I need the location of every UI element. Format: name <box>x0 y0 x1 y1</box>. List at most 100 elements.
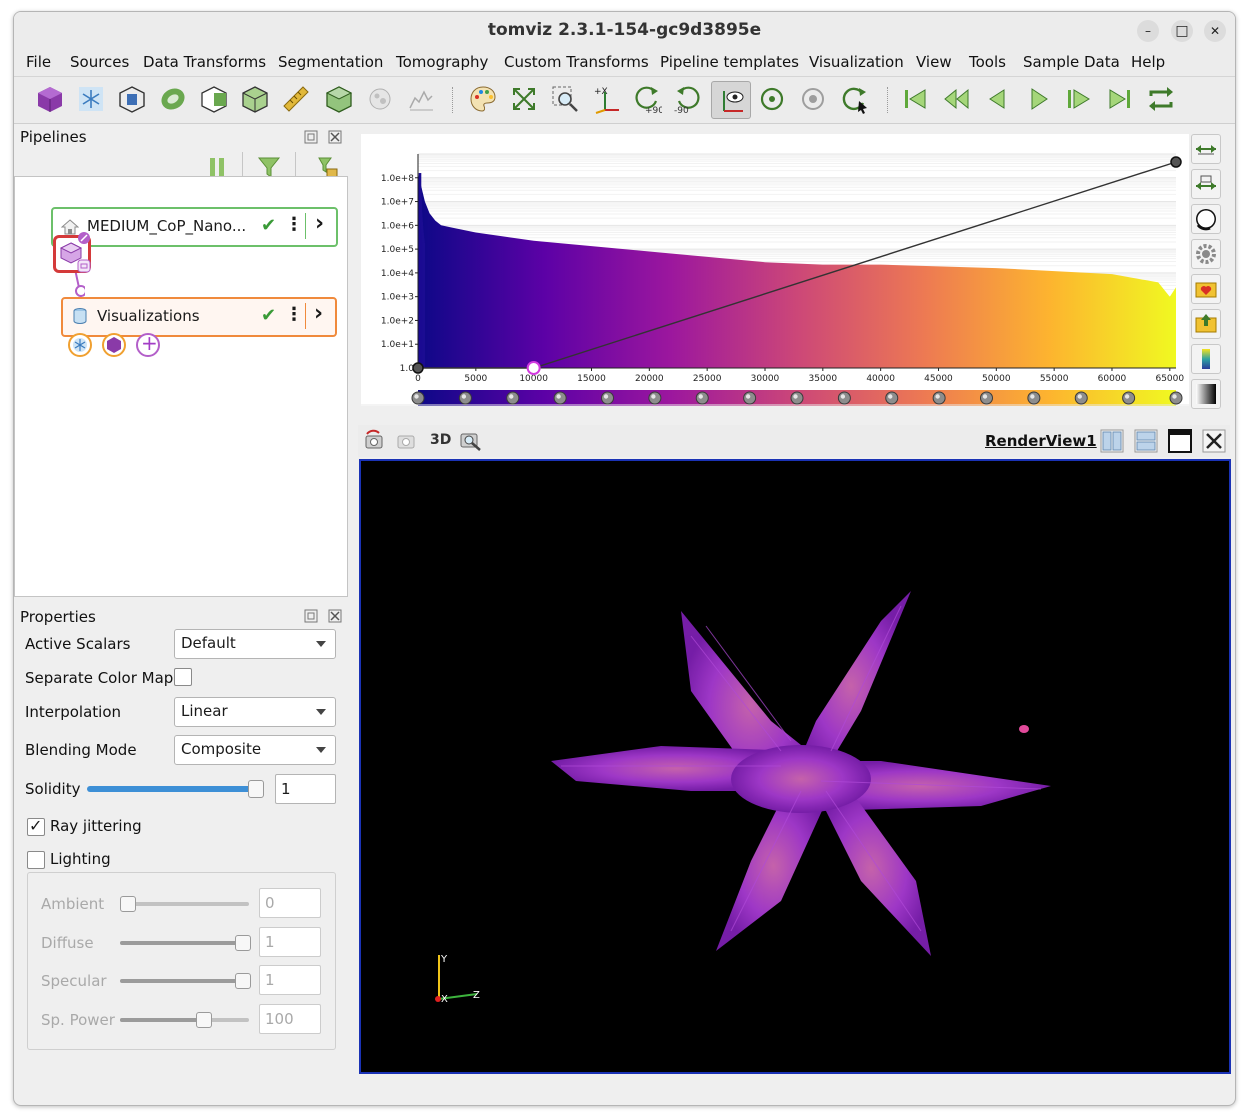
box-outline-icon[interactable] <box>117 84 147 114</box>
center-icon[interactable] <box>798 84 828 114</box>
expand-chevron-icon[interactable]: › <box>314 301 323 326</box>
grayscale-button[interactable] <box>1191 379 1221 409</box>
ambient-slider[interactable] <box>120 902 249 906</box>
float-panel-icon[interactable] <box>304 609 318 623</box>
grayscale-icon <box>1196 384 1216 404</box>
slice-module-icon[interactable] <box>67 332 93 358</box>
float-panel-icon[interactable] <box>304 130 318 144</box>
menu-tools[interactable]: Tools <box>969 53 1006 71</box>
diffuse-value-field[interactable]: 1 <box>259 927 321 957</box>
menu-pipeline-templates[interactable]: Pipeline templates <box>660 53 799 71</box>
opacity-control-point[interactable] <box>526 361 541 375</box>
preset-circle-button[interactable] <box>1191 204 1221 234</box>
histogram-icon[interactable] <box>406 84 436 114</box>
palette-icon[interactable] <box>468 84 498 114</box>
step-back-icon[interactable] <box>982 84 1012 114</box>
cube-icon[interactable] <box>35 84 65 114</box>
lighting-checkbox[interactable] <box>27 851 45 869</box>
first-frame-icon[interactable] <box>900 84 930 114</box>
menu-data-transforms[interactable]: Data Transforms <box>143 53 266 71</box>
loop-icon[interactable] <box>1146 84 1176 114</box>
split-horizontal-icon[interactable] <box>1098 427 1126 455</box>
specular-slider[interactable] <box>120 979 249 983</box>
custom-range-button[interactable] <box>1191 169 1221 199</box>
menu-help[interactable]: Help <box>1131 53 1165 71</box>
snowflake-icon[interactable] <box>76 84 106 114</box>
data-source-node[interactable]: MEDIUM_CoP_Nano... ✔ ⋮ › <box>51 207 338 247</box>
particles-icon[interactable] <box>365 84 395 114</box>
interaction-mode-button[interactable] <box>711 81 751 119</box>
3d-toggle[interactable]: 3D <box>430 432 451 448</box>
menu-tomography[interactable]: Tomography <box>396 53 488 71</box>
camera-undo-icon[interactable] <box>363 429 387 453</box>
rotate-minus90-icon[interactable]: -90 <box>673 84 703 114</box>
color-control-point-highlight <box>745 394 751 399</box>
open-box-icon[interactable] <box>240 84 270 114</box>
close-panel-icon[interactable] <box>328 130 342 144</box>
reset-zoom-icon[interactable] <box>509 84 539 114</box>
solidity-value-field[interactable]: 1 <box>275 774 336 804</box>
slice-disc-icon[interactable] <box>158 84 188 114</box>
range-expand-button[interactable] <box>1191 134 1221 164</box>
more-options-icon[interactable]: ⋮ <box>285 304 303 325</box>
rotate-plus90-icon[interactable]: +90 <box>632 84 662 114</box>
close-view-icon[interactable] <box>1200 427 1228 455</box>
colorbar-button[interactable] <box>1191 344 1221 374</box>
import-preset-button[interactable] <box>1191 309 1221 339</box>
specular-slider-handle[interactable] <box>235 973 251 989</box>
menu-sample-data[interactable]: Sample Data <box>1023 53 1120 71</box>
close-button[interactable]: ✕ <box>1204 20 1226 42</box>
contour-cube-icon[interactable] <box>324 84 354 114</box>
reset-rotation-icon[interactable] <box>757 84 787 114</box>
minimize-button[interactable]: – <box>1137 20 1159 42</box>
opacity-control-point[interactable] <box>1170 156 1182 168</box>
zoom-region-icon[interactable] <box>550 84 580 114</box>
expand-chevron-icon[interactable]: › <box>315 211 324 236</box>
interpolation-dropdown[interactable]: Linear <box>174 697 336 727</box>
step-forward-icon[interactable] <box>1064 84 1094 114</box>
opacity-control-point[interactable] <box>412 362 424 374</box>
save-preset-button[interactable] <box>1191 274 1221 304</box>
sp-power-value-field[interactable]: 100 <box>259 1004 321 1034</box>
menu-custom-transforms[interactable]: Custom Transforms <box>504 53 649 71</box>
ambient-value-field[interactable]: 0 <box>259 888 321 918</box>
solidity-slider[interactable] <box>87 786 263 792</box>
render-view-name[interactable]: RenderView1 <box>985 432 1097 450</box>
menu-segmentation[interactable]: Segmentation <box>278 53 383 71</box>
last-frame-icon[interactable] <box>1105 84 1135 114</box>
more-options-icon[interactable]: ⋮ <box>285 214 303 235</box>
settings-gear-button[interactable] <box>1191 239 1221 269</box>
split-vertical-icon[interactable] <box>1132 427 1160 455</box>
volume-rendering[interactable]: Y X Z <box>361 461 1229 1072</box>
sp-power-slider-handle[interactable] <box>196 1012 212 1028</box>
rotate-icon[interactable] <box>839 84 869 114</box>
close-panel-icon[interactable] <box>328 609 342 623</box>
menu-view[interactable]: View <box>916 53 952 71</box>
ray-jittering-checkbox[interactable]: ✓ <box>27 816 45 836</box>
ambient-slider-handle[interactable] <box>120 896 136 912</box>
separate-color-map-checkbox[interactable] <box>174 668 192 686</box>
maximize-button[interactable]: □ <box>1171 20 1193 42</box>
diffuse-slider-handle[interactable] <box>235 935 251 951</box>
volume-module-icon[interactable] <box>101 332 127 358</box>
maximize-icon[interactable] <box>1166 427 1194 455</box>
blending-mode-dropdown[interactable]: Composite <box>174 735 336 765</box>
ruler-icon[interactable] <box>281 84 311 114</box>
previous-frame-icon[interactable] <box>941 84 971 114</box>
menu-sources[interactable]: Sources <box>70 53 129 71</box>
play-icon[interactable] <box>1023 84 1053 114</box>
specular-value-field[interactable]: 1 <box>259 965 321 995</box>
camera-capture-icon[interactable] <box>459 429 483 453</box>
menu-file[interactable]: File <box>26 53 51 71</box>
interpolation-label: Interpolation <box>25 703 121 721</box>
camera-redo-icon[interactable] <box>395 429 419 453</box>
solidity-slider-handle[interactable] <box>248 780 264 798</box>
render-view[interactable]: Y X Z <box>359 459 1231 1074</box>
diffuse-slider[interactable] <box>120 941 249 945</box>
histogram-chart[interactable]: 1.0 1.0e+1 1.0e+2 1.0e+3 1.0e+4 1.0e+5 1.0e+6 1… <box>361 134 1189 406</box>
set-axis-icon[interactable]: +X <box>591 84 621 114</box>
active-scalars-dropdown[interactable]: Default <box>174 629 336 659</box>
visualizations-node[interactable]: Visualizations ✔ ⋮ › <box>61 297 337 337</box>
clip-box-icon[interactable] <box>199 84 229 114</box>
menu-visualization[interactable]: Visualization <box>809 53 904 71</box>
